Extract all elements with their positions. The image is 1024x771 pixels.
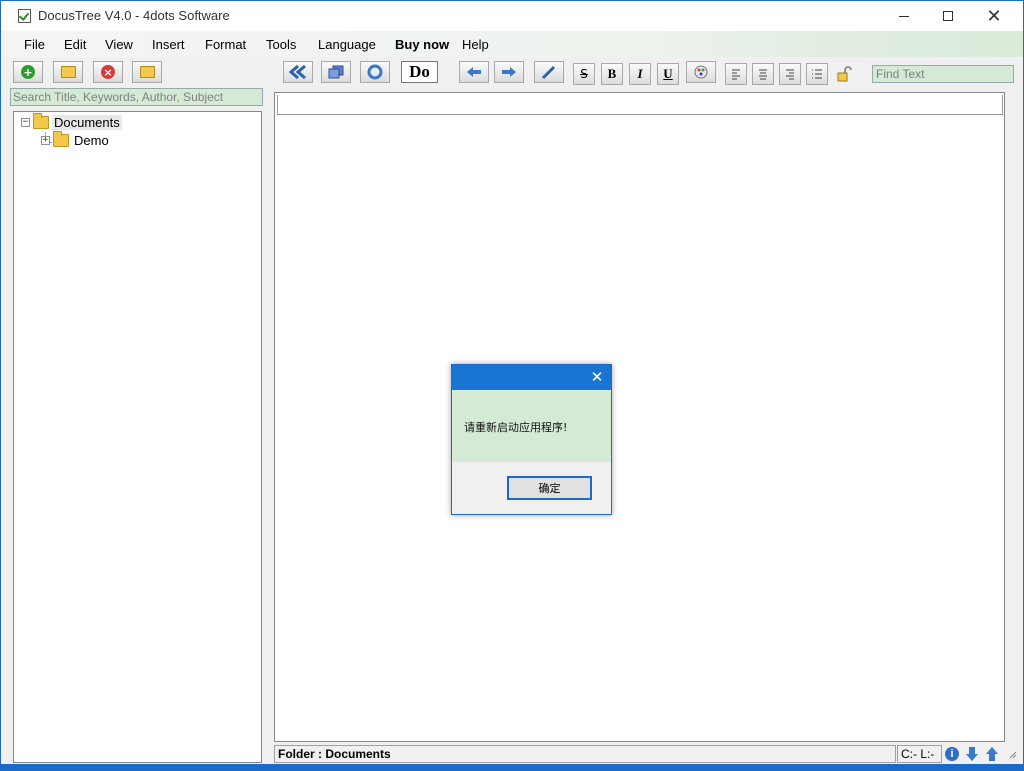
editor-area[interactable] [274, 92, 1005, 742]
search-input[interactable]: Search Title, Keywords, Author, Subject [10, 88, 263, 106]
app-window: DocusTree V4.0 - 4dots Software ✕ File E… [0, 0, 1024, 765]
add-folder-button[interactable] [53, 61, 83, 83]
move-down-button[interactable] [963, 745, 981, 763]
refresh-icon [367, 64, 383, 80]
menu-insert[interactable]: Insert [152, 37, 185, 52]
vertical-scrollbar[interactable] [1005, 92, 1022, 742]
arrow-right-icon [502, 67, 516, 77]
copy-button[interactable] [321, 61, 351, 83]
minimize-button[interactable] [881, 1, 927, 31]
restart-dialog: ✕ 请重新启动应用程序! 确定 [451, 364, 612, 515]
tree-node-documents[interactable]: − Documents [21, 113, 122, 130]
pen-button[interactable] [534, 61, 564, 83]
palette-icon [694, 65, 708, 79]
maximize-icon [943, 11, 953, 21]
status-bar: Folder : Documents C:- L:- i [274, 745, 1023, 763]
maximize-button[interactable] [925, 1, 971, 31]
list-icon [812, 69, 822, 79]
dialog-close-button[interactable]: ✕ [588, 368, 606, 386]
folder-icon [53, 131, 69, 147]
window-title: DocusTree V4.0 - 4dots Software [38, 8, 230, 23]
close-icon: ✕ [986, 5, 1002, 27]
status-cursor-position: C:- L:- [897, 745, 942, 763]
collapse-icon[interactable]: − [21, 118, 30, 127]
expand-icon[interactable]: + [41, 136, 50, 145]
dialog-body: 请重新启动应用程序! [452, 390, 611, 462]
arrow-down-icon [966, 747, 978, 761]
status-folder: Folder : Documents [274, 745, 896, 763]
color-button[interactable] [686, 61, 716, 83]
align-center-button[interactable] [752, 63, 774, 85]
menu-format[interactable]: Format [205, 37, 246, 52]
info-button[interactable]: i [943, 745, 961, 763]
menu-buy-now[interactable]: Buy now [395, 37, 449, 52]
menu-help[interactable]: Help [462, 37, 489, 52]
app-icon [18, 9, 31, 23]
delete-button[interactable]: × [93, 61, 123, 83]
back-button[interactable] [283, 61, 313, 83]
menu-language[interactable]: Language [318, 37, 376, 52]
info-icon: i [945, 747, 959, 761]
resize-grip-icon[interactable] [1007, 749, 1019, 761]
bullets-button[interactable] [806, 63, 828, 85]
new-folder-icon [60, 66, 76, 78]
close-button[interactable]: ✕ [971, 1, 1017, 31]
strikethrough-button[interactable]: S [573, 63, 595, 85]
open-folder-button[interactable] [132, 61, 162, 83]
dialog-title-bar: ✕ [452, 365, 611, 390]
align-right-icon [786, 69, 794, 80]
underline-button[interactable]: U [657, 63, 679, 85]
menu-tools[interactable]: Tools [266, 37, 296, 52]
tree-node-label[interactable]: Demo [72, 133, 111, 148]
find-text-input[interactable]: Find Text [872, 65, 1014, 83]
lock-button[interactable] [833, 63, 855, 85]
minimize-icon [899, 15, 909, 17]
lock-icon [837, 66, 852, 82]
editor-title-field[interactable] [277, 95, 1003, 115]
next-button[interactable] [494, 61, 524, 83]
do-button[interactable]: Do [401, 61, 438, 83]
add-icon: + [21, 65, 35, 79]
pen-icon [541, 65, 556, 80]
align-center-icon [759, 69, 767, 80]
grip-icon [1009, 751, 1017, 759]
toolbar: + × Do S B I U Find Text [1, 57, 1023, 87]
align-left-icon [732, 69, 740, 80]
add-document-button[interactable]: + [13, 61, 43, 83]
tree-node-label[interactable]: Documents [52, 115, 122, 130]
prev-button[interactable] [459, 61, 489, 83]
arrow-up-icon [986, 747, 998, 761]
italic-button[interactable]: I [629, 63, 651, 85]
copy-icon [328, 65, 344, 79]
title-bar: DocusTree V4.0 - 4dots Software ✕ [1, 1, 1023, 31]
menu-view[interactable]: View [105, 37, 133, 52]
menu-bar: File Edit View Insert Format Tools Langu… [1, 31, 1023, 57]
menu-file[interactable]: File [24, 37, 45, 52]
dialog-ok-button[interactable]: 确定 [507, 476, 592, 500]
delete-icon: × [101, 65, 115, 79]
close-icon: ✕ [590, 368, 604, 386]
dialog-message: 请重新启动应用程序! [464, 421, 568, 434]
align-right-button[interactable] [779, 63, 801, 85]
document-tree[interactable]: − Documents + Demo [13, 111, 262, 763]
refresh-button[interactable] [360, 61, 390, 83]
menu-edit[interactable]: Edit [64, 37, 86, 52]
folder-icon [139, 66, 155, 78]
double-left-arrow-icon [289, 65, 306, 79]
arrow-left-icon [467, 67, 481, 77]
align-left-button[interactable] [725, 63, 747, 85]
move-up-button[interactable] [983, 745, 1001, 763]
folder-icon [33, 113, 49, 129]
tree-node-demo[interactable]: + Demo [41, 131, 111, 148]
bold-button[interactable]: B [601, 63, 623, 85]
